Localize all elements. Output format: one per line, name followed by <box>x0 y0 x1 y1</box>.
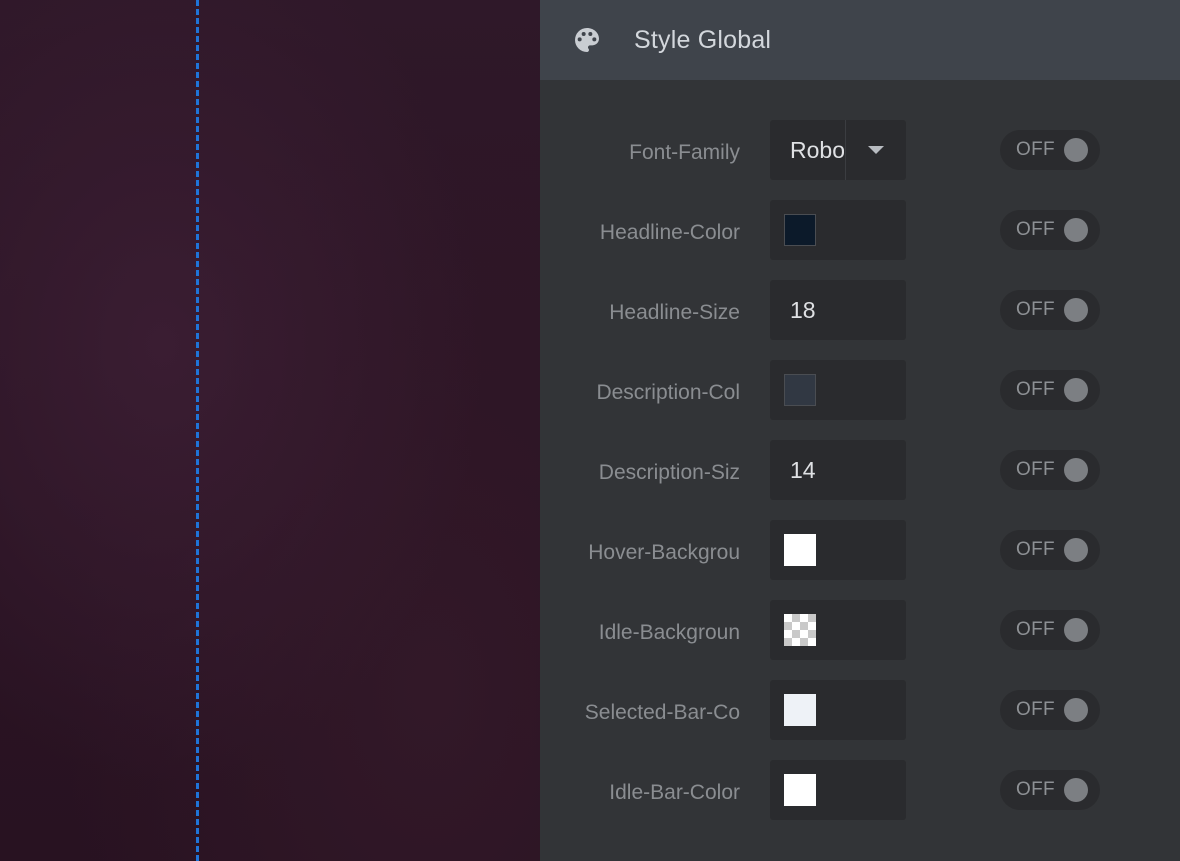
setting-row-selected-bar-color: Selected-Bar-Co OFF <box>540 680 1180 760</box>
guide-line[interactable] <box>196 0 199 861</box>
setting-label: Hover-Backgrou <box>588 541 740 564</box>
toggle-state: OFF <box>1016 619 1055 640</box>
setting-label: Idle-Bar-Color <box>609 781 740 804</box>
setting-row-idle-bar-color: Idle-Bar-Color OFF <box>540 760 1180 840</box>
description-size-toggle[interactable]: OFF <box>1000 450 1100 490</box>
color-swatch[interactable] <box>784 214 816 246</box>
toggle-knob <box>1064 778 1088 802</box>
caret-down-icon[interactable] <box>846 120 906 180</box>
idle-bar-color-toggle[interactable]: OFF <box>1000 770 1100 810</box>
toggle-state: OFF <box>1016 539 1055 560</box>
setting-row-headline-color: Headline-Color OFF <box>540 200 1180 280</box>
idle-bar-color-picker[interactable] <box>770 760 906 820</box>
setting-label: Selected-Bar-Co <box>584 701 740 724</box>
headline-color-picker[interactable] <box>770 200 906 260</box>
toggle-state: OFF <box>1016 699 1055 720</box>
panel-title: Style Global <box>634 25 772 54</box>
toggle-state: OFF <box>1016 139 1055 160</box>
toggle-state: OFF <box>1016 379 1055 400</box>
color-swatch[interactable] <box>784 534 816 566</box>
setting-label: Idle-Backgroun <box>598 621 740 644</box>
setting-label: Headline-Size <box>609 301 740 324</box>
toggle-state: OFF <box>1016 779 1055 800</box>
color-swatch[interactable] <box>784 694 816 726</box>
headline-size-toggle[interactable]: OFF <box>1000 290 1100 330</box>
transparent-swatch[interactable] <box>784 614 816 646</box>
toggle-knob <box>1064 698 1088 722</box>
setting-row-font-family: Font-Family Robo OFF <box>540 120 1180 200</box>
color-swatch[interactable] <box>784 774 816 806</box>
settings-list: Font-Family Robo OFF Headline-Color OFF … <box>540 80 1180 840</box>
font-family-toggle[interactable]: OFF <box>1000 130 1100 170</box>
idle-background-picker[interactable] <box>770 600 906 660</box>
setting-row-hover-background: Hover-Backgrou OFF <box>540 520 1180 600</box>
input-value: 18 <box>790 297 816 323</box>
description-color-toggle[interactable]: OFF <box>1000 370 1100 410</box>
style-global-panel: Style Global Font-Family Robo OFF Headli… <box>540 0 1180 861</box>
setting-row-idle-background: Idle-Backgroun OFF <box>540 600 1180 680</box>
setting-label: Description-Col <box>596 381 740 404</box>
panel-header[interactable]: Style Global <box>540 0 1180 80</box>
toggle-knob <box>1064 138 1088 162</box>
toggle-knob <box>1064 538 1088 562</box>
setting-row-description-color: Description-Col OFF <box>540 360 1180 440</box>
hover-background-toggle[interactable]: OFF <box>1000 530 1100 570</box>
toggle-state: OFF <box>1016 459 1055 480</box>
setting-label: Description-Siz <box>598 461 740 484</box>
setting-label: Font-Family <box>629 141 740 164</box>
setting-label: Headline-Color <box>599 221 740 244</box>
input-value: 14 <box>790 457 816 483</box>
font-family-select[interactable]: Robo <box>770 120 906 180</box>
color-swatch[interactable] <box>784 374 816 406</box>
selected-bar-color-toggle[interactable]: OFF <box>1000 690 1100 730</box>
toggle-knob <box>1064 378 1088 402</box>
setting-row-description-size: Description-Siz 14 OFF <box>540 440 1180 520</box>
toggle-knob <box>1064 458 1088 482</box>
hover-background-picker[interactable] <box>770 520 906 580</box>
editor-canvas[interactable] <box>0 0 540 861</box>
palette-icon <box>571 24 603 56</box>
setting-row-headline-size: Headline-Size 18 OFF <box>540 280 1180 360</box>
idle-background-toggle[interactable]: OFF <box>1000 610 1100 650</box>
toggle-knob <box>1064 218 1088 242</box>
selected-bar-color-picker[interactable] <box>770 680 906 740</box>
toggle-knob <box>1064 298 1088 322</box>
description-size-input[interactable]: 14 <box>770 440 906 500</box>
headline-color-toggle[interactable]: OFF <box>1000 210 1100 250</box>
toggle-state: OFF <box>1016 219 1055 240</box>
select-value: Robo <box>790 137 844 163</box>
toggle-knob <box>1064 618 1088 642</box>
headline-size-input[interactable]: 18 <box>770 280 906 340</box>
description-color-picker[interactable] <box>770 360 906 420</box>
toggle-state: OFF <box>1016 299 1055 320</box>
